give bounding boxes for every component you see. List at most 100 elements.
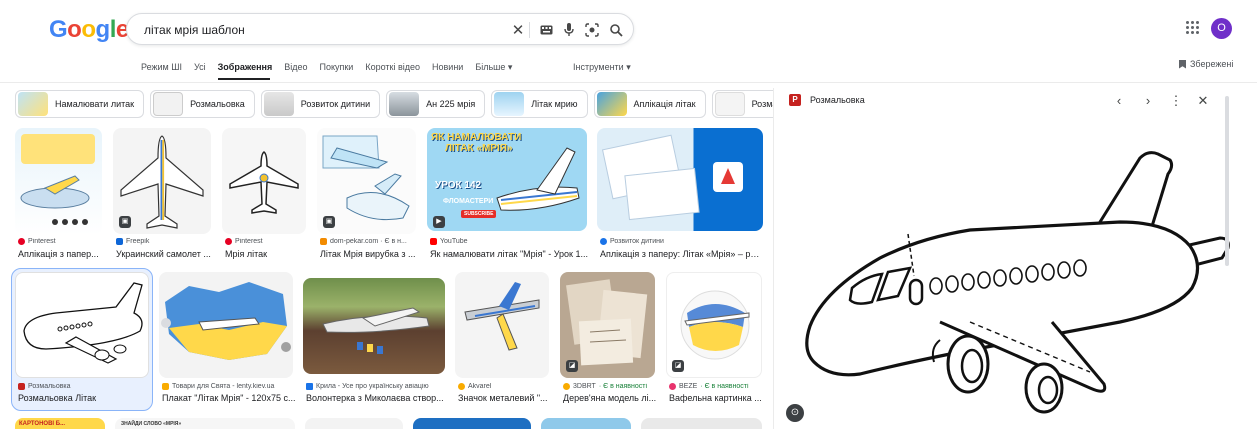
result-thumbnail (597, 128, 763, 231)
result-source: Товари для Свята - lenty.kiev.ua (162, 383, 296, 390)
next-icon[interactable]: › (1140, 93, 1156, 109)
apps-grid-icon[interactable] (1186, 21, 1200, 35)
previous-icon[interactable]: ‹ (1111, 93, 1127, 109)
result-title[interactable]: Розмальовка Літак (18, 393, 148, 403)
chip-label: Аплікація літак (633, 99, 696, 109)
result-thumbnail (455, 272, 549, 378)
clear-icon[interactable]: ✕ (509, 21, 527, 39)
result-title[interactable]: Аплікація з паперу: Літак «Мрія» – роз..… (600, 249, 764, 259)
tab-more[interactable]: Більше ▾ (475, 62, 512, 76)
google-logo[interactable]: Google (49, 16, 129, 44)
result-title[interactable]: Аплікація з папер... (18, 249, 108, 259)
site-favicon-icon (458, 383, 465, 390)
site-favicon-icon (669, 383, 676, 390)
result-source: Freepik (116, 238, 211, 245)
chip-label: Намалювати литак (55, 99, 135, 109)
tab-ai-mode[interactable]: Режим ШІ (141, 62, 182, 76)
keyboard-icon[interactable] (537, 21, 555, 39)
result-title[interactable]: Украинский самолет ... (116, 249, 211, 259)
video-badge-icon: ▣ (323, 216, 335, 228)
search-icon[interactable] (607, 21, 625, 39)
pinterest-icon (225, 238, 232, 245)
site-favicon-icon (18, 383, 25, 390)
microphone-icon[interactable] (560, 21, 578, 39)
preview-source[interactable]: Розмальовка (810, 95, 865, 105)
result-title[interactable]: Вафельна картинка ... (669, 393, 765, 403)
result-title[interactable]: Волонтерка з Миколаєва створ... (306, 393, 448, 403)
account-avatar[interactable]: O (1211, 18, 1232, 39)
chip-thumbnail (153, 92, 184, 116)
result-title[interactable]: Дерев'яна модель лі... (563, 393, 658, 403)
result-thumbnail (222, 128, 306, 234)
result-source: Розвиток дитини (600, 238, 764, 245)
chip-thumbnail (263, 92, 294, 116)
bookmark-icon (1179, 59, 1186, 69)
result-source: YouTube (430, 238, 588, 245)
preview-image[interactable] (790, 126, 1240, 416)
result-thumbnail (15, 128, 102, 235)
saved-button[interactable]: Збережені (1179, 59, 1233, 69)
result-thumbnail (15, 272, 149, 378)
result-source: Pinterest (18, 238, 108, 245)
chip[interactable]: Ан 225 мрія (386, 90, 486, 118)
visual-search-icon[interactable]: ⊙ (786, 404, 804, 422)
result-thumbnail (305, 418, 403, 429)
divider (0, 82, 1257, 83)
close-icon[interactable]: ✕ (1195, 93, 1211, 109)
result-source: Pinterest (225, 238, 307, 245)
chip-thumbnail (714, 92, 745, 116)
chip-label: Розмальовка (190, 99, 245, 109)
image-preview-panel: P Розмальовка ‹ › ⋮ ✕ ⊙ (773, 88, 1257, 429)
result-thumbnail (641, 418, 762, 429)
more-options-icon[interactable]: ⋮ (1168, 93, 1184, 109)
search-tabs: Режим ШІ Усі Зображення Відео Покупки Ко… (141, 62, 512, 76)
site-favicon-icon (600, 238, 607, 245)
result-thumbnail (159, 272, 293, 378)
site-favicon-icon (320, 238, 327, 245)
video-badge-icon: ◪ (672, 360, 684, 372)
tools-button[interactable]: Інструменти ▾ (573, 62, 631, 73)
site-favicon-icon (563, 383, 570, 390)
pinterest-icon (18, 238, 25, 245)
tab-videos[interactable]: Відео (284, 62, 307, 76)
result-thumbnail (413, 418, 531, 429)
logo-letter: G (49, 16, 68, 43)
chip-label: Розвиток дитини (300, 99, 371, 109)
result-title[interactable]: Літак Мрія вирубка з ... (320, 249, 418, 259)
result-thumbnail: ЯК НАМАЛЮВАТИ ЛІТАК «МРІЯ» УРОК 142 ФЛОМА… (427, 128, 587, 231)
result-title[interactable]: Мрія літак (225, 249, 307, 259)
tab-images[interactable]: Зображення (218, 62, 273, 76)
result-title[interactable]: Плакат "Літак Мрія" - 120x75 с... (162, 393, 296, 403)
logo-letter: o (81, 16, 96, 43)
result-source: Крила - Усе про українську авіацію (306, 383, 448, 390)
search-box[interactable]: літак мрія шаблон ✕ (126, 13, 634, 45)
tab-news[interactable]: Новини (432, 62, 463, 76)
result-source: 3DBRT · Є в наявності (563, 383, 658, 390)
result-title[interactable]: Як намалювати літак "Мрія" - Урок 1... (430, 249, 588, 259)
result-title[interactable]: Значок металевий "... (458, 393, 548, 403)
chip[interactable]: Намалювати литак (15, 90, 145, 118)
chip[interactable]: Літак мрию (491, 90, 588, 118)
logo-letter: g (95, 16, 111, 43)
chip-thumbnail (596, 92, 627, 116)
tab-short-videos[interactable]: Короткі відео (365, 62, 420, 76)
tab-all[interactable]: Усі (194, 62, 206, 76)
youtube-icon (430, 238, 437, 245)
chip-thumbnail (494, 92, 525, 116)
result-thumbnail: КАРТОНОВІ Б... (15, 418, 105, 429)
lens-icon[interactable] (583, 21, 601, 39)
chip-thumbnail (18, 92, 48, 116)
tab-shopping[interactable]: Покупки (319, 62, 353, 76)
result-thumbnail (303, 278, 445, 374)
chip[interactable]: Аплікація літак (593, 90, 706, 118)
scrollbar[interactable] (1225, 96, 1229, 266)
search-input[interactable]: літак мрія шаблон (144, 23, 245, 37)
chip[interactable]: Розмальовка (150, 90, 255, 118)
result-thumbnail: ЗНАЙДИ СЛОВО «МРІЯ» (115, 418, 295, 429)
chip-thumbnail (389, 92, 420, 116)
chip[interactable]: Розвиток дитини (260, 90, 381, 118)
source-favicon-icon: P (789, 94, 801, 106)
site-favicon-icon (306, 383, 313, 390)
freepik-icon (116, 238, 123, 245)
related-chips: Намалювати литак Розмальовка Розвиток ди… (15, 90, 839, 118)
